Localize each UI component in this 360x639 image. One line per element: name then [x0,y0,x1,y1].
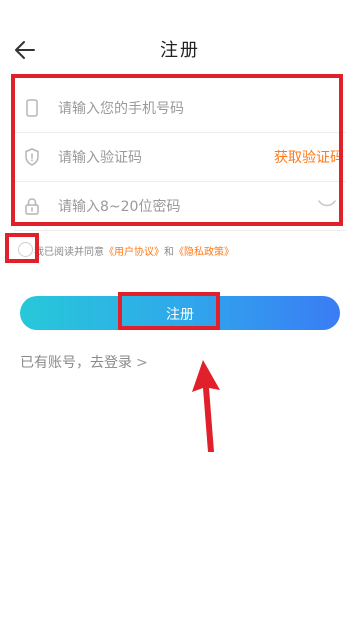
privacy-policy-link[interactable]: 《隐私政策》 [174,247,234,258]
get-code-button[interactable]: 获取验证码 [274,147,344,167]
header: 注册 [0,28,360,72]
login-link[interactable]: 已有账号，去登录 > [20,352,148,372]
register-screen: 注册 获取验证码 [0,0,360,639]
phone-row [14,84,346,133]
register-button[interactable]: 注册 [20,296,340,330]
agreement-text: 我已阅读并同意《用户协议》和《隐私政策》 [34,243,234,258]
chevron-right-icon: > [136,355,148,371]
password-row [14,182,346,231]
phone-icon [26,99,38,117]
password-input[interactable] [56,194,260,220]
agreement-checkbox[interactable] [18,242,33,257]
annotation-arrow-icon [192,360,220,452]
eye-closed-icon[interactable] [318,198,336,210]
agreement-and: 和 [164,247,174,258]
phone-input[interactable] [56,96,260,122]
shield-icon [25,148,39,166]
login-link-label: 已有账号，去登录 [20,355,132,371]
code-row: 获取验证码 [14,133,346,182]
user-agreement-link[interactable]: 《用户协议》 [104,247,164,258]
register-form: 获取验证码 [14,84,346,231]
verification-code-input[interactable] [56,145,260,171]
page-title: 注册 [160,40,200,61]
lock-icon [25,198,39,215]
agreement-prefix: 我已阅读并同意 [34,247,104,258]
